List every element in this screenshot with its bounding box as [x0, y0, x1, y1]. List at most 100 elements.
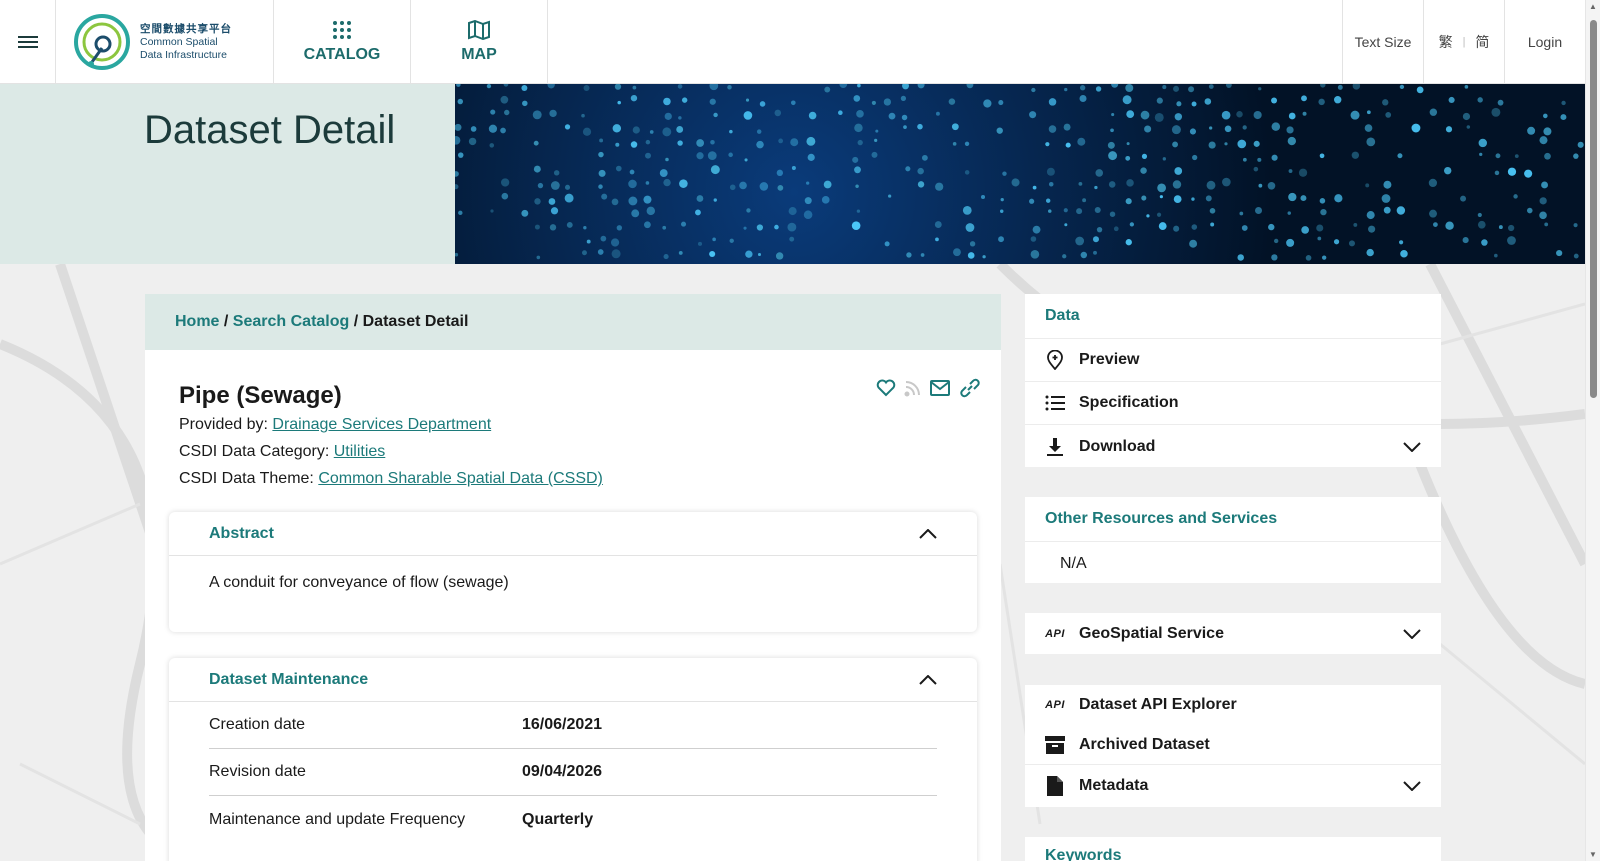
banner-dot	[1286, 238, 1295, 247]
breadcrumb-home[interactable]: Home	[175, 313, 219, 330]
banner-dot	[1491, 107, 1501, 117]
scrollbar-thumb[interactable]	[1590, 20, 1597, 398]
maintenance-row: Maintenance and update Frequency Quarter…	[209, 796, 937, 843]
banner-dot	[1029, 198, 1035, 204]
banner-dot	[489, 143, 495, 148]
banner-dot	[458, 210, 463, 216]
banner-dot	[1000, 198, 1004, 202]
banner-dot	[548, 198, 556, 205]
banner-dot	[838, 110, 843, 116]
login-button[interactable]: Login	[1504, 0, 1585, 84]
email-envelope-icon[interactable]	[930, 380, 950, 396]
banner-dot	[1507, 167, 1517, 176]
banner-dot	[1494, 170, 1500, 176]
banner-dot	[948, 98, 956, 105]
theme-link[interactable]: Common Sharable Spatial Data (CSSD)	[318, 470, 603, 487]
favourite-heart-icon[interactable]	[876, 379, 896, 397]
banner-dot	[614, 84, 622, 90]
banner-dot	[1497, 99, 1504, 106]
top-navigation-bar: 空間數據共享平台 Common Spatial Data Infrastruct…	[0, 0, 1585, 84]
maintenance-value: 09/04/2026	[522, 763, 603, 780]
download-item[interactable]: Download	[1025, 425, 1441, 468]
lang-simplified-chinese[interactable]: 简	[1475, 32, 1489, 52]
banner-dot	[1140, 110, 1150, 120]
page-scrollbar[interactable]: ▲ ▼	[1585, 0, 1600, 861]
abstract-header[interactable]: Abstract	[169, 512, 977, 556]
banner-dot	[522, 100, 528, 107]
provider-link[interactable]: Drainage Services Department	[272, 416, 491, 433]
scroll-up-arrow-icon[interactable]: ▲	[1589, 2, 1597, 11]
banner-dot	[1030, 236, 1037, 242]
banner-dot	[679, 179, 688, 188]
banner-dot	[583, 226, 587, 230]
banner-dot	[695, 209, 701, 216]
banner-dot	[1095, 86, 1102, 92]
banner-dot	[1477, 220, 1486, 229]
lang-traditional-chinese[interactable]: 繁	[1439, 32, 1453, 52]
banner-dot	[728, 152, 733, 158]
category-link[interactable]: Utilities	[334, 443, 386, 460]
menu-button[interactable]	[0, 0, 56, 84]
banner-dot	[1445, 221, 1454, 230]
site-logo[interactable]: 空間數據共享平台 Common Spatial Data Infrastruct…	[56, 0, 274, 84]
archived-dataset-item[interactable]: Archived Dataset	[1025, 725, 1441, 765]
banner-dot	[1288, 169, 1293, 173]
banner-dot	[1079, 85, 1086, 91]
breadcrumb-separator: /	[349, 313, 363, 330]
banner-dot	[1448, 96, 1455, 104]
banner-dot	[662, 225, 667, 230]
banner-dot	[598, 184, 603, 189]
text-size-button[interactable]: Text Size	[1342, 0, 1423, 84]
banner-dot	[1096, 226, 1103, 233]
banner-dot	[534, 198, 541, 205]
rss-feed-icon[interactable]	[904, 379, 922, 397]
banner-dot	[583, 84, 590, 91]
nav-catalog[interactable]: CATALOG	[274, 0, 411, 84]
banner-dot	[1111, 113, 1115, 117]
banner-dot	[1129, 222, 1135, 227]
banner-dot	[775, 252, 784, 260]
banner-dot	[1316, 224, 1324, 232]
maintenance-value: Quarterly	[522, 810, 594, 828]
banner-dot	[455, 123, 462, 131]
banner-dot	[1526, 207, 1533, 214]
banner-dot	[1573, 253, 1579, 259]
banner-dot	[1192, 154, 1198, 161]
other-resources-text: N/A	[1060, 554, 1087, 572]
copy-link-icon[interactable]	[958, 378, 982, 398]
maintenance-header[interactable]: Dataset Maintenance	[169, 658, 977, 702]
banner-dot	[1189, 239, 1198, 248]
nav-map[interactable]: MAP	[411, 0, 548, 84]
list-icon	[1045, 392, 1065, 414]
banner-dot	[966, 84, 974, 89]
banner-dot	[501, 178, 510, 187]
banner-dot	[549, 109, 557, 118]
banner-dot	[1383, 206, 1391, 214]
banner-dot	[790, 138, 799, 147]
provider-label: Provided by:	[179, 416, 273, 433]
banner-dot	[696, 139, 705, 147]
preview-item[interactable]: Preview	[1025, 339, 1441, 382]
banner-dot	[1189, 128, 1197, 135]
banner-dot	[776, 169, 784, 177]
banner-dot	[1092, 236, 1099, 243]
banner-dot	[1095, 169, 1104, 177]
metadata-item[interactable]: Metadata	[1025, 765, 1441, 807]
archived-dataset-label: Archived Dataset	[1079, 735, 1210, 753]
banner-dot	[1385, 112, 1392, 118]
banner-dot	[1573, 223, 1578, 228]
specification-item[interactable]: Specification	[1025, 382, 1441, 425]
dataset-api-explorer-item[interactable]: API Dataset API Explorer	[1025, 685, 1441, 725]
banner-dot	[713, 198, 717, 202]
banner-dot	[1077, 137, 1086, 146]
banner-dot	[1366, 110, 1371, 115]
banner-dot	[1539, 197, 1547, 205]
lang-separator: |	[1462, 36, 1466, 48]
geospatial-service-item[interactable]: API GeoSpatial Service	[1025, 613, 1441, 654]
scroll-down-arrow-icon[interactable]: ▼	[1589, 850, 1597, 859]
breadcrumb-search-catalog[interactable]: Search Catalog	[233, 313, 349, 330]
banner-dot	[696, 195, 704, 202]
banner-dot	[1513, 194, 1518, 199]
banner-dot	[969, 241, 976, 247]
banner-dot	[1320, 84, 1326, 88]
